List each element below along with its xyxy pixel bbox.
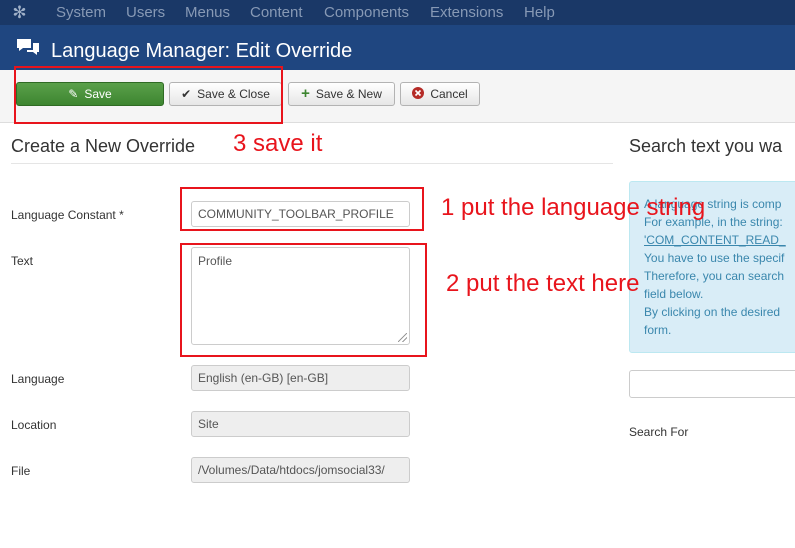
menu-help[interactable]: Help	[524, 0, 555, 25]
info-line: form.	[644, 323, 672, 337]
menu-users[interactable]: Users	[126, 0, 165, 25]
text-label: Text	[11, 254, 34, 268]
location-label: Location	[11, 418, 57, 432]
menu-menus[interactable]: Menus	[185, 0, 230, 25]
top-menu-bar: ✻ System Users Menus Content Components …	[0, 0, 795, 25]
heading-divider	[11, 163, 613, 164]
location-field: Site	[191, 411, 410, 437]
info-line: 'COM_CONTENT_READ_	[644, 233, 786, 247]
annotation-step1: 1 put the language string	[441, 194, 706, 221]
annotation-step2: 2 put the text here	[446, 270, 640, 297]
menu-content[interactable]: Content	[250, 0, 303, 25]
info-line: field below.	[644, 287, 704, 301]
annotation-box-constant	[180, 187, 424, 231]
cancel-button[interactable]: Cancel	[400, 82, 480, 106]
search-input[interactable]	[629, 370, 795, 398]
language-constant-label: Language Constant *	[11, 208, 124, 222]
save-new-label: Save & New	[315, 87, 382, 101]
file-field: /Volumes/Data/htdocs/jomsocial33/	[191, 457, 410, 483]
info-line: By clicking on the desired	[644, 305, 781, 319]
save-new-button[interactable]: + Save & New	[288, 82, 395, 106]
menu-system[interactable]: System	[56, 0, 106, 25]
menu-extensions[interactable]: Extensions	[430, 0, 503, 25]
annotation-box-save	[14, 66, 283, 124]
joomla-logo-icon[interactable]: ✻	[10, 3, 29, 22]
language-field: English (en-GB) [en-GB]	[191, 365, 410, 391]
page-title: Language Manager: Edit Override	[51, 40, 353, 62]
info-line: Therefore, you can search	[644, 269, 785, 283]
annotation-step3: 3 save it	[233, 130, 323, 157]
language-label: Language	[11, 372, 65, 386]
cancel-label: Cancel	[430, 87, 468, 101]
search-heading: Search text you wa	[629, 136, 783, 156]
info-line: You have to use the specif	[644, 251, 785, 265]
cancel-icon	[412, 87, 425, 101]
title-bar: Language Manager: Edit Override	[0, 25, 795, 70]
plus-icon: +	[301, 85, 310, 102]
menu-components[interactable]: Components	[324, 0, 409, 25]
search-for-label: Search For	[629, 425, 689, 439]
form-heading: Create a New Override	[11, 136, 196, 156]
annotation-box-text	[180, 243, 427, 357]
comments-icon	[17, 39, 39, 55]
file-label: File	[11, 464, 31, 478]
